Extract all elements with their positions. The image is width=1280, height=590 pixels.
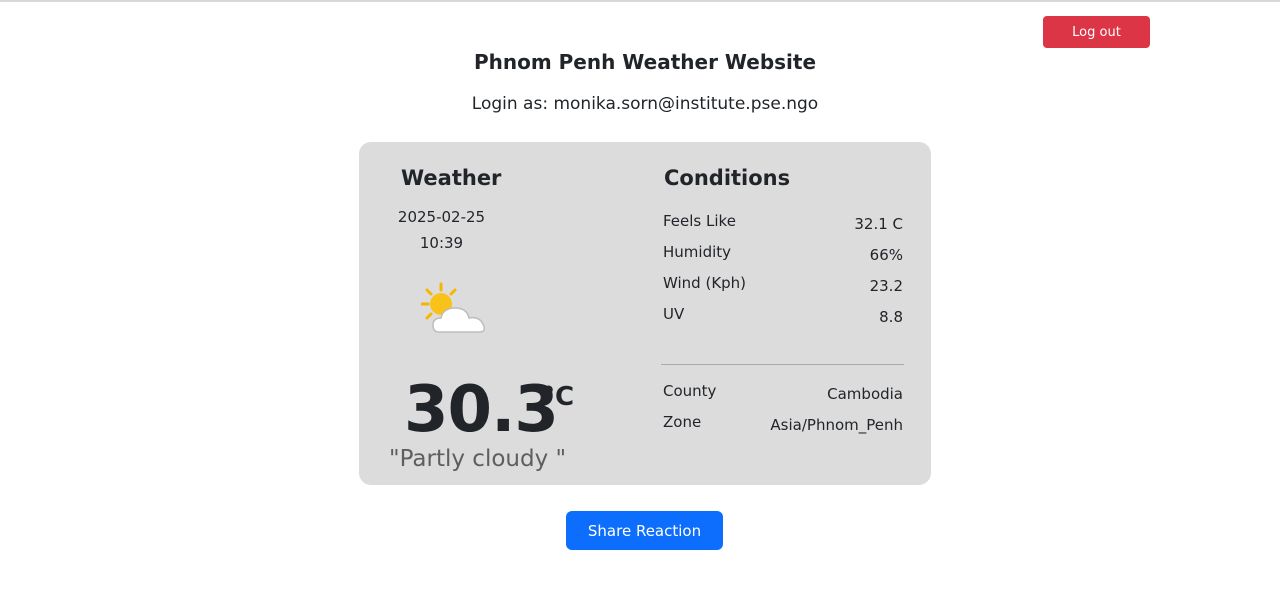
weather-time: 10:39 <box>419 234 464 252</box>
login-info: Login as: monika.sorn@institute.pse.ngo <box>471 94 819 114</box>
country-row: County Cambodia <box>663 382 903 404</box>
partly-cloudy-icon <box>420 282 495 338</box>
country-label: County <box>663 382 717 400</box>
country-value: Cambodia <box>827 385 903 403</box>
share-reaction-button[interactable]: Share Reaction <box>566 511 723 550</box>
page-title: Phnom Penh Weather Website <box>473 50 817 74</box>
zone-label: Zone <box>663 413 702 431</box>
zone-row: Zone Asia/Phnom_Penh <box>663 413 903 435</box>
condition-text: "Partly cloudy " <box>389 446 567 472</box>
feels-like-row: Feels Like 32.1 C <box>663 212 903 234</box>
conditions-heading: Conditions <box>664 166 791 190</box>
top-border <box>0 0 1280 2</box>
humidity-value: 66% <box>869 246 903 264</box>
logout-button[interactable]: Log out <box>1043 16 1150 48</box>
feels-like-value: 32.1 C <box>854 215 903 233</box>
uv-value: 8.8 <box>879 308 903 326</box>
zone-value: Asia/Phnom_Penh <box>770 416 903 434</box>
wind-value: 23.2 <box>869 277 903 295</box>
weather-card: Weather 2025-02-25 10:39 30.3 °C "Partly… <box>359 142 931 485</box>
humidity-row: Humidity 66% <box>663 243 903 265</box>
conditions-divider <box>661 364 904 365</box>
wind-label: Wind (Kph) <box>663 274 747 292</box>
temperature-unit: °C <box>542 382 575 412</box>
wind-row: Wind (Kph) 23.2 <box>663 274 903 296</box>
feels-like-label: Feels Like <box>663 212 736 230</box>
weather-heading: Weather <box>401 166 502 190</box>
uv-row: UV 8.8 <box>663 305 903 327</box>
uv-label: UV <box>663 305 685 323</box>
temperature-value: 30.3 <box>404 373 559 447</box>
humidity-label: Humidity <box>663 243 732 261</box>
weather-date: 2025-02-25 <box>397 208 486 226</box>
